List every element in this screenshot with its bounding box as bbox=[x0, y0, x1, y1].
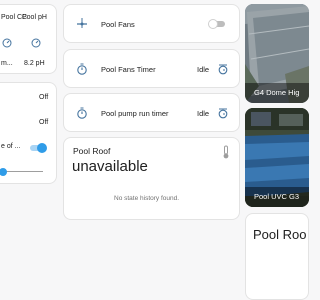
camera-caption-bar: Pool UVC G3 bbox=[245, 187, 309, 207]
pool-roof-card-title: Pool Roo bbox=[253, 227, 307, 242]
thermometer-icon bbox=[223, 145, 229, 159]
pool-sensors-card: Pool CC Pool pH m... 8.2 pH bbox=[0, 4, 57, 74]
pool-fans-name: Pool Fans bbox=[101, 20, 135, 29]
pool-cc-value: m... bbox=[1, 60, 13, 67]
pool-fans-timer-name: Pool Fans Timer bbox=[101, 65, 156, 74]
switch-label: e of ... bbox=[1, 143, 21, 150]
pool-fans-card[interactable]: Pool Fans bbox=[63, 4, 240, 43]
pool-roof-sensor-card[interactable]: Pool Roof unavailable No state history f… bbox=[63, 137, 240, 220]
pool-roof-card[interactable]: Pool Roo bbox=[245, 213, 309, 300]
gauge-icon[interactable] bbox=[2, 38, 12, 48]
switch-state-off[interactable]: Off bbox=[39, 94, 48, 101]
pool-pump-timer-state: Idle bbox=[197, 109, 210, 118]
pool-fans-timer-state: Idle bbox=[197, 65, 210, 74]
toggle-switch[interactable] bbox=[29, 143, 47, 153]
pool-fans-timer-card[interactable]: Pool Fans Timer Idle bbox=[63, 49, 240, 88]
pool-pump-timer-name: Pool pump run timer bbox=[101, 109, 169, 118]
timer-cancel-icon[interactable] bbox=[217, 63, 229, 75]
camera-caption: G4 Dome Hig bbox=[254, 88, 300, 97]
pool-switches-card: Off Off e of ... bbox=[0, 82, 57, 184]
pool-fans-toggle[interactable] bbox=[208, 19, 226, 29]
ceiling-fan-icon bbox=[77, 18, 87, 28]
pool-ph-value: 8.2 pH bbox=[24, 60, 45, 67]
gauge-icon[interactable] bbox=[31, 38, 41, 48]
timer-cancel-icon[interactable] bbox=[217, 107, 229, 119]
pool-pump-timer-card[interactable]: Pool pump run timer Idle bbox=[63, 93, 240, 132]
camera-caption-bar: G4 Dome Hig bbox=[245, 83, 309, 103]
camera-feed-g4-dome[interactable]: G4 Dome Hig bbox=[245, 4, 309, 103]
timer-icon bbox=[77, 63, 87, 75]
camera-feed-pool-uvc-g3[interactable]: Pool UVC G3 bbox=[245, 108, 309, 207]
no-history-text: No state history found. bbox=[114, 195, 180, 202]
timer-icon bbox=[77, 107, 87, 119]
pool-roof-state: unavailable bbox=[72, 158, 148, 175]
level-slider[interactable] bbox=[0, 168, 43, 176]
camera-caption: Pool UVC G3 bbox=[254, 192, 300, 201]
pool-ph-label: Pool pH bbox=[22, 14, 47, 21]
pool-roof-title: Pool Roof bbox=[73, 146, 111, 156]
switch-state-off[interactable]: Off bbox=[39, 119, 48, 126]
